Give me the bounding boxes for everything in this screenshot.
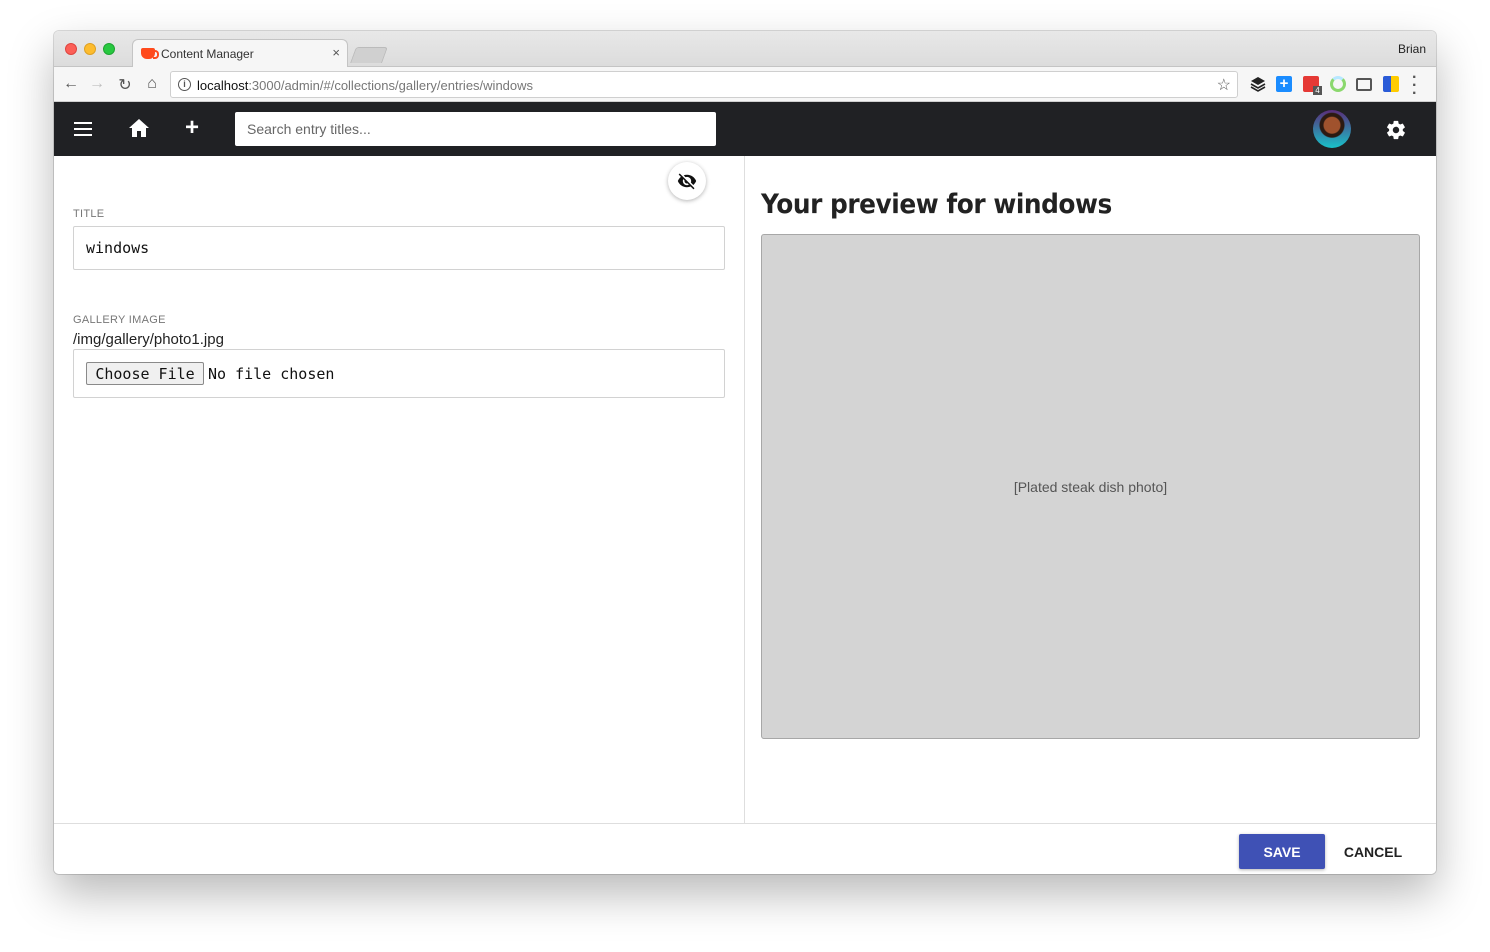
tab-strip: Content Manager × Brian	[54, 31, 1436, 68]
url-text[interactable]: localhost:3000/admin/#/collections/galle…	[197, 78, 533, 93]
address-bar[interactable]: i localhost:3000/admin/#/collections/gal…	[170, 71, 1238, 98]
file-upload-field: Choose File No file chosen	[73, 349, 725, 398]
title-label: TITLE	[73, 208, 105, 220]
tab-close-icon[interactable]: ×	[332, 45, 340, 60]
bookmark-star-icon[interactable]: ☆	[1217, 75, 1231, 95]
preview-pane: Your preview for windows [Plated steak d…	[746, 156, 1436, 823]
toggle-preview-button[interactable]	[668, 162, 706, 200]
title-input[interactable]	[73, 226, 725, 270]
forward-icon[interactable]: →	[87, 75, 107, 93]
preview-image-label: [Plated steak dish photo]	[1013, 478, 1168, 495]
choose-file-button[interactable]: Choose File	[86, 362, 204, 385]
browser-window: Content Manager × Brian ← → ↻ ⌂ i localh…	[54, 31, 1436, 874]
save-button[interactable]: SAVE	[1239, 834, 1325, 869]
editor-pane: TITLE GALLERY IMAGE /img/gallery/photo1.…	[54, 156, 745, 823]
circle-extension-icon[interactable]	[1330, 76, 1346, 92]
home-nav-icon[interactable]	[128, 118, 150, 143]
settings-gear-icon[interactable]	[1385, 119, 1407, 146]
cast-icon[interactable]	[1356, 78, 1372, 91]
tab-title: Content Manager	[161, 47, 254, 61]
app-header: +	[54, 102, 1436, 156]
add-entry-icon[interactable]: +	[185, 114, 199, 142]
cancel-button[interactable]: CANCEL	[1333, 834, 1413, 869]
calendar-extension-icon[interactable]	[1303, 76, 1322, 95]
search-input[interactable]	[235, 112, 716, 146]
minimize-window-button[interactable]	[84, 43, 96, 55]
user-avatar[interactable]	[1313, 110, 1351, 148]
editor-content: TITLE GALLERY IMAGE /img/gallery/photo1.…	[54, 156, 1436, 823]
flag-extension-icon[interactable]	[1383, 76, 1399, 92]
gallery-image-path: /img/gallery/photo1.jpg	[73, 331, 224, 348]
browser-menu-icon[interactable]: · · ·	[1412, 70, 1417, 102]
close-window-button[interactable]	[65, 43, 77, 55]
menu-icon[interactable]	[74, 122, 92, 136]
favicon-icon	[141, 48, 159, 59]
maximize-window-button[interactable]	[103, 43, 115, 55]
plus-extension-icon[interactable]: +	[1276, 76, 1292, 92]
browser-toolbar: ← → ↻ ⌂ i localhost:3000/admin/#/collect…	[54, 67, 1436, 102]
reload-icon[interactable]: ↻	[115, 75, 135, 95]
eye-off-icon	[677, 173, 697, 190]
profile-name[interactable]: Brian	[1398, 42, 1426, 56]
preview-image: [Plated steak dish photo]	[761, 234, 1420, 739]
layers-extension-icon[interactable]	[1250, 76, 1266, 92]
tab-content-manager[interactable]: Content Manager ×	[132, 39, 348, 68]
gallery-image-label: GALLERY IMAGE	[73, 314, 166, 326]
editor-footer: SAVE CANCEL	[54, 823, 1436, 874]
info-icon[interactable]: i	[178, 78, 191, 91]
no-file-chosen-text: No file chosen	[208, 365, 335, 383]
new-tab-button[interactable]	[350, 47, 388, 63]
preview-heading: Your preview for windows	[761, 189, 1112, 220]
back-icon[interactable]: ←	[61, 75, 81, 93]
home-icon[interactable]: ⌂	[142, 75, 162, 93]
